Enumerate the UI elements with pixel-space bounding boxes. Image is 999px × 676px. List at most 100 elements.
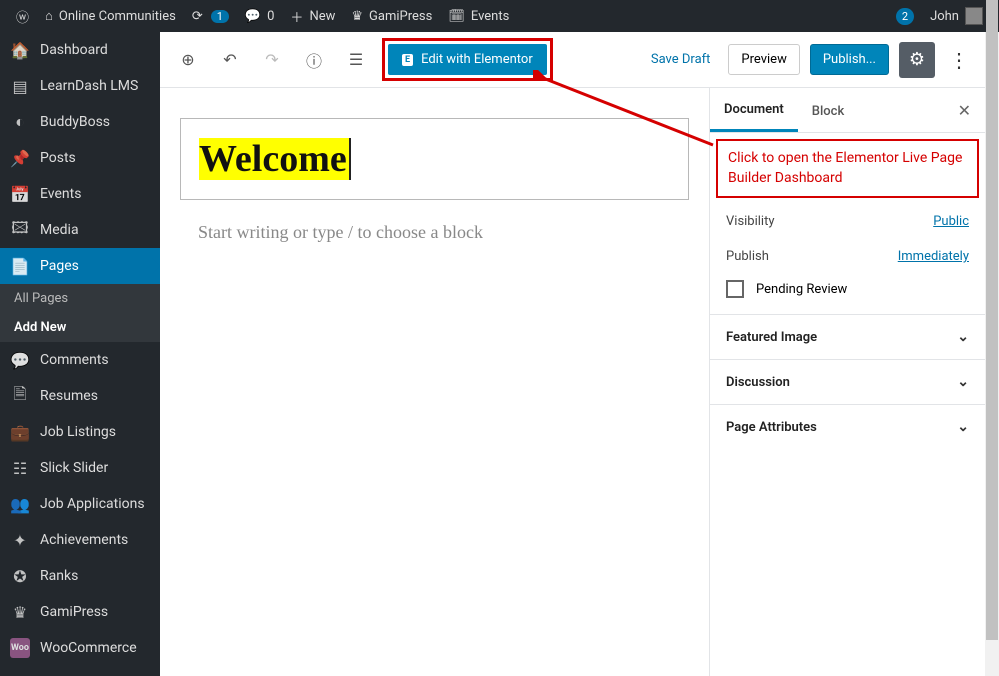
publish-button[interactable]: Publish... (810, 44, 889, 75)
learndash-icon: ▤ (10, 76, 30, 96)
undo-button[interactable]: ↶ (214, 44, 246, 76)
comments-link[interactable]: 💬 0 (237, 0, 283, 32)
section-label: Page Attributes (726, 420, 817, 435)
redo-button[interactable]: ↷ (256, 44, 288, 76)
sidebar-item-gamipress[interactable]: ♛ GamiPress (0, 594, 160, 630)
sidebar-item-label: Achievements (40, 532, 128, 548)
pending-review-label: Pending Review (756, 282, 847, 297)
block-placeholder[interactable]: Start writing or type / to choose a bloc… (180, 218, 689, 247)
visibility-value[interactable]: Public (933, 214, 969, 229)
submenu-all-pages[interactable]: All Pages (0, 284, 160, 313)
comment-icon: 💬 (245, 9, 261, 24)
gamipress-link[interactable]: ♛ GamiPress (343, 0, 440, 32)
notifications[interactable]: 2 (888, 0, 922, 32)
publish-value[interactable]: Immediately (898, 249, 969, 264)
pages-submenu: All Pages Add New (0, 284, 160, 342)
user-account[interactable]: John (922, 0, 991, 32)
avatar (965, 7, 983, 25)
sidebar-item-learndash[interactable]: ▤ LearnDash LMS (0, 68, 160, 104)
crown-icon: ♛ (351, 9, 363, 24)
document-settings-panel: Document Block ✕ Click to open the Eleme… (709, 88, 985, 676)
plus-icon: ＋ (290, 7, 303, 26)
sidebar-item-job-listings[interactable]: 💼 Job Listings (0, 414, 160, 450)
page-title-block[interactable]: Welcome (180, 118, 689, 200)
sidebar-item-woocommerce[interactable]: WooWooCommerce (0, 630, 160, 666)
chevron-down-icon: ⌄ (957, 374, 969, 390)
sidebar-item-label: Job Listings (40, 424, 116, 440)
featured-image-section[interactable]: Featured Image ⌄ (710, 314, 985, 359)
sidebar-item-ranks[interactable]: ✪Ranks (0, 558, 160, 594)
more-options-button[interactable]: ⋮ (945, 42, 973, 78)
pin-icon: 📌 (10, 148, 30, 168)
editor-canvas[interactable]: Welcome Start writing or type / to choos… (160, 88, 709, 676)
admin-sidebar: 🏠Dashboard ▤ LearnDash LMS ◐BuddyBoss 📌Po… (0, 32, 160, 676)
site-home-link[interactable]: ⌂ Online Communities (37, 0, 184, 32)
elementor-button-label: Edit with Elementor (421, 52, 533, 67)
kebab-icon: ⋮ (949, 48, 969, 72)
comment-icon: 💬 (10, 350, 30, 370)
notif-count: 2 (896, 8, 914, 25)
tab-block[interactable]: Block (798, 90, 858, 131)
publish-row: Publish Immediately (710, 239, 985, 274)
sidebar-item-label: Ranks (40, 568, 78, 584)
discussion-section[interactable]: Discussion ⌄ (710, 359, 985, 404)
wp-logo[interactable]: ⓦ (8, 0, 37, 32)
sidebar-item-dashboard[interactable]: 🏠Dashboard (0, 32, 160, 68)
annotation-callout: Click to open the Elementor Live Page Bu… (716, 139, 979, 198)
pending-review-row[interactable]: Pending Review (710, 274, 985, 314)
sidebar-item-achievements[interactable]: ✦Achievements (0, 522, 160, 558)
sidebar-item-media[interactable]: 🖾Media (0, 212, 160, 248)
add-block-button[interactable]: ⊕ (172, 44, 204, 76)
new-content-link[interactable]: ＋ New (282, 0, 343, 32)
sidebar-item-label: LearnDash LMS (40, 78, 138, 94)
chevron-down-icon: ⌄ (957, 329, 969, 345)
editor-header: ⊕ ↶ ↷ ⓘ ☰ E Edit with Elementor Save Dra… (160, 32, 985, 88)
settings-toggle-button[interactable]: ⚙ (899, 42, 935, 78)
content-structure-button[interactable]: ⓘ (298, 44, 330, 76)
preview-button[interactable]: Preview (728, 44, 799, 75)
section-label: Featured Image (726, 330, 817, 345)
page-icon: 📄 (10, 256, 30, 276)
scrollbar-thumb[interactable] (986, 0, 998, 640)
sidebar-item-label: Job Applications (40, 496, 145, 512)
refresh-count: 1 (211, 10, 229, 23)
crown-icon: ♛ (10, 602, 30, 622)
sidebar-item-job-applications[interactable]: 👥 Job Applications (0, 486, 160, 522)
sidebar-item-comments[interactable]: 💬Comments (0, 342, 160, 378)
user-name: John (930, 9, 959, 24)
sidebar-item-buddyboss[interactable]: ◐BuddyBoss (0, 104, 160, 140)
tab-document[interactable]: Document (710, 88, 798, 132)
close-settings-button[interactable]: ✕ (944, 89, 985, 132)
buddyboss-icon: ◐ (10, 112, 30, 132)
sidebar-item-posts[interactable]: 📌Posts (0, 140, 160, 176)
dashboard-icon: 🏠 (10, 40, 30, 60)
edit-with-elementor-button[interactable]: E Edit with Elementor (388, 44, 547, 75)
events-link[interactable]: 🗓 Events (440, 0, 517, 32)
pending-review-checkbox[interactable] (726, 280, 744, 298)
sidebar-item-label: Pages (40, 258, 79, 274)
gamipress-label: GamiPress (369, 9, 432, 24)
document-icon: 🗎 (10, 386, 30, 406)
sidebar-item-events[interactable]: 📅Events (0, 176, 160, 212)
sidebar-item-label: Media (40, 222, 79, 238)
visibility-label: Visibility (726, 214, 775, 229)
sidebar-item-slick-slider[interactable]: ☷Slick Slider (0, 450, 160, 486)
page-attributes-section[interactable]: Page Attributes ⌄ (710, 404, 985, 449)
list-icon: ☰ (349, 50, 363, 69)
sidebar-item-pages[interactable]: 📄 Pages (0, 248, 160, 284)
page-title-text[interactable]: Welcome (199, 138, 351, 180)
comments-count: 0 (267, 9, 274, 24)
info-icon: ⓘ (306, 48, 322, 72)
block-editor: ⊕ ↶ ↷ ⓘ ☰ E Edit with Elementor Save Dra… (160, 32, 985, 676)
publish-label: Publish (726, 249, 769, 264)
refresh-link[interactable]: ⟳ 1 (184, 0, 237, 32)
block-navigation-button[interactable]: ☰ (340, 44, 372, 76)
chevron-down-icon: ⌄ (957, 419, 969, 435)
sidebar-item-label: GamiPress (40, 604, 108, 620)
sidebar-item-resumes[interactable]: 🗎Resumes (0, 378, 160, 414)
submenu-add-new[interactable]: Add New (0, 313, 160, 342)
briefcase-icon: 💼 (10, 422, 30, 442)
events-label: Events (471, 9, 509, 24)
save-draft-button[interactable]: Save Draft (643, 44, 719, 75)
group-icon: 👥 (10, 494, 30, 514)
